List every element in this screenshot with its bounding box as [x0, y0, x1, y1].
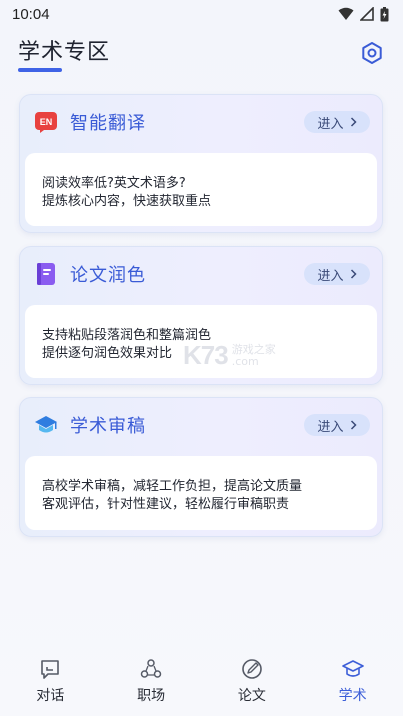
settings-button[interactable] — [359, 40, 385, 66]
tab-academic[interactable]: 学术 — [318, 656, 388, 705]
graduation-cap-icon — [35, 416, 57, 433]
tab-workplace[interactable]: 职场 — [116, 656, 186, 705]
description-line: 高校学术审稿，减轻工作负担，提高论文质量 — [42, 479, 303, 494]
card-header: EN 智能翻译 进入 — [20, 95, 382, 149]
description-line: 阅读效率低?英文术语多? — [42, 176, 186, 191]
watermark-logo: K73 — [183, 340, 229, 370]
paper-icon — [242, 659, 262, 679]
card-title: 论文润色 — [70, 265, 146, 286]
enter-button[interactable]: 进入 — [304, 414, 370, 436]
watermark-line: 游戏之家 — [231, 342, 276, 356]
enter-label: 进入 — [317, 116, 344, 132]
settings-icon — [362, 42, 382, 64]
card-review[interactable]: 学术审稿 进入 高校学术审稿，减轻工作负担，提高论文质量 客观评估，针对性建议，… — [19, 397, 383, 537]
status-time: 10:04 — [12, 5, 50, 23]
enter-label: 进入 — [317, 419, 344, 435]
svg-text:EN: EN — [40, 117, 53, 127]
description-line: 客观评估，针对性建议，轻松履行审稿职责 — [42, 497, 290, 512]
chat-icon — [41, 660, 60, 679]
tab-label: 职场 — [137, 688, 166, 704]
status-icons — [338, 6, 389, 22]
page-header: 学术专区 — [18, 34, 385, 78]
card-header: 学术审稿 进入 — [20, 398, 382, 452]
tab-label: 对话 — [36, 688, 65, 704]
enter-label: 进入 — [317, 268, 344, 284]
watermark: K73 游戏之家 .com — [183, 340, 276, 371]
bottom-tab-bar: 对话 职场 论文 学术 — [0, 656, 403, 716]
watermark-line: .com — [231, 354, 259, 368]
battery-icon — [380, 6, 389, 21]
description-line: 提炼核心内容，快速获取重点 — [42, 194, 212, 209]
graduation-cap-icon — [341, 660, 364, 677]
tab-paper[interactable]: 论文 — [217, 656, 287, 705]
wifi-icon — [338, 7, 354, 20]
chevron-right-icon — [350, 420, 357, 430]
tab-label: 论文 — [237, 688, 266, 704]
status-bar: 10:04 — [0, 0, 403, 28]
chevron-right-icon — [350, 269, 357, 279]
tab-chat[interactable]: 对话 — [15, 656, 85, 705]
document-icon — [37, 263, 55, 285]
chevron-right-icon — [350, 117, 357, 127]
card-description: 高校学术审稿，减轻工作负担，提高论文质量 客观评估，针对性建议，轻松履行审稿职责 — [25, 456, 377, 530]
page-title: 学术专区 — [18, 40, 111, 65]
signal-icon — [360, 7, 374, 21]
enter-button[interactable]: 进入 — [304, 263, 370, 285]
translate-icon: EN — [35, 112, 57, 133]
watermark-text: 游戏之家 .com — [231, 342, 276, 368]
card-title: 学术审稿 — [70, 416, 146, 437]
workplace-icon — [140, 659, 162, 678]
title-underline — [18, 68, 62, 72]
enter-button[interactable]: 进入 — [304, 111, 370, 133]
card-translate[interactable]: EN 智能翻译 进入 阅读效率低?英文术语多? 提炼核心内容，快速获取重点 — [19, 94, 383, 233]
card-header: 论文润色 进入 — [20, 247, 382, 301]
tab-label: 学术 — [338, 688, 367, 704]
card-title: 智能翻译 — [70, 113, 146, 134]
card-description: 阅读效率低?英文术语多? 提炼核心内容，快速获取重点 — [25, 153, 377, 226]
